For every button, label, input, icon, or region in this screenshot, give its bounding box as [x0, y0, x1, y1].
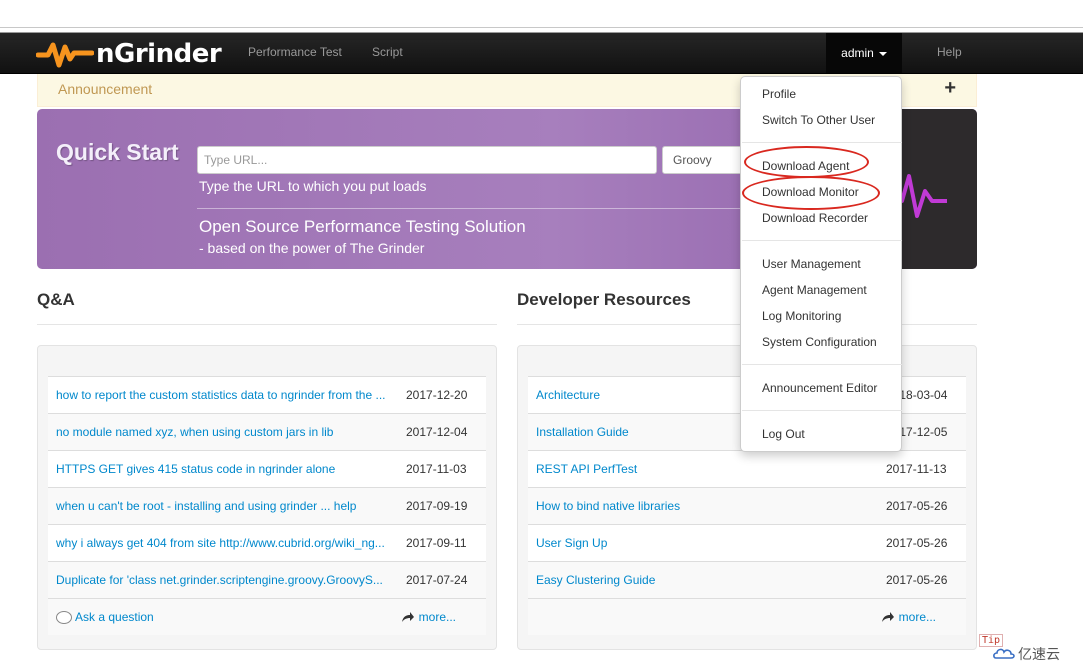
table-row: How to bind native libraries 2017-05-26 — [528, 487, 966, 524]
table-row: when u can't be root - installing and us… — [48, 487, 486, 524]
announcement-title[interactable]: Announcement — [58, 81, 152, 97]
qa-heading: Q&A — [37, 290, 75, 309]
browser-divider — [0, 27, 1083, 28]
ask-question-label: Ask a question — [75, 610, 154, 624]
qa-link[interactable]: Duplicate for 'class net.grinder.scripte… — [48, 573, 396, 587]
watermark-text: 亿速云 — [1018, 646, 1060, 662]
qa-date: 2017-09-11 — [406, 536, 467, 550]
table-row: how to report the custom statistics data… — [48, 376, 486, 413]
qa-link[interactable]: why i always get 404 from site http://ww… — [48, 536, 396, 550]
dev-more-link[interactable]: more... — [881, 610, 936, 624]
menu-agent-management[interactable]: Agent Management — [762, 283, 867, 297]
qa-date: 2017-12-20 — [406, 388, 468, 402]
qa-link[interactable]: HTTPS GET gives 415 status code in ngrin… — [48, 462, 396, 476]
url-input[interactable]: Type URL... — [197, 146, 657, 174]
share-arrow-icon — [401, 612, 414, 622]
qa-table: how to report the custom statistics data… — [48, 376, 486, 635]
qa-link[interactable]: how to report the custom statistics data… — [48, 388, 396, 402]
ngrinder-wave-icon — [36, 42, 94, 68]
qa-date: 2017-11-03 — [406, 462, 467, 476]
dev-date: 2017-05-26 — [886, 536, 948, 550]
qa-more-label: more... — [418, 610, 456, 624]
dev-resources-heading: Developer Resources — [517, 290, 691, 309]
dev-date: 2017-11-13 — [886, 462, 947, 476]
caret-down-icon — [878, 51, 887, 56]
quick-start-title: Quick Start — [56, 139, 179, 165]
menu-divider — [742, 364, 902, 365]
annotation-circle-monitor — [742, 176, 880, 210]
user-menu-toggle[interactable]: admin — [826, 33, 902, 73]
qa-link[interactable]: when u can't be root - installing and us… — [48, 499, 396, 513]
menu-divider — [742, 240, 902, 241]
qa-date: 2017-12-04 — [406, 425, 468, 439]
dev-date: 2017-05-26 — [886, 573, 948, 587]
menu-user-management[interactable]: User Management — [762, 257, 861, 271]
menu-divider — [742, 410, 902, 411]
dev-more-label: more... — [898, 610, 936, 624]
qa-date: 2017-09-19 — [406, 499, 468, 513]
url-hint: Type the URL to which you put loads — [199, 178, 427, 194]
table-row: Easy Clustering Guide 2017-05-26 — [528, 561, 966, 598]
tagline-sub: - based on the power of The Grinder — [199, 240, 425, 256]
table-row: REST API PerfTest 2017-11-13 — [528, 450, 966, 487]
menu-divider — [742, 142, 902, 143]
dev-link[interactable]: How to bind native libraries — [528, 499, 876, 513]
expand-plus-icon[interactable]: + — [944, 77, 956, 100]
speech-bubble-icon — [56, 610, 72, 624]
brand-name: nGrinder — [96, 39, 222, 69]
annotation-circle-agent — [744, 146, 869, 178]
qa-date: 2017-07-24 — [406, 573, 468, 587]
qa-panel: how to report the custom statistics data… — [37, 345, 497, 650]
menu-switch-user[interactable]: Switch To Other User — [762, 113, 875, 127]
browser-chrome-strip — [0, 0, 1083, 33]
qa-footer: Ask a question more... — [48, 598, 486, 635]
ask-question-link[interactable]: Ask a question — [56, 610, 154, 624]
brand-logo[interactable]: nGrinder — [36, 37, 222, 71]
qa-heading-rule — [37, 324, 497, 325]
dev-footer: more... — [528, 598, 966, 635]
table-row: why i always get 404 from site http://ww… — [48, 524, 486, 561]
tagline: Open Source Performance Testing Solution — [199, 217, 526, 236]
qa-link[interactable]: no module named xyz, when using custom j… — [48, 425, 396, 439]
nav-script[interactable]: Script — [372, 45, 403, 59]
watermark: 亿速云 — [993, 644, 1060, 664]
user-name: admin — [841, 46, 874, 60]
menu-log-out[interactable]: Log Out — [762, 427, 805, 441]
menu-profile[interactable]: Profile — [762, 87, 796, 101]
top-navbar: nGrinder Performance Test Script admin H… — [0, 33, 1083, 74]
table-row: User Sign Up 2017-05-26 — [528, 524, 966, 561]
menu-system-configuration[interactable]: System Configuration — [762, 335, 877, 349]
nav-performance-test[interactable]: Performance Test — [248, 45, 342, 59]
divider — [197, 208, 757, 209]
dev-link[interactable]: Easy Clustering Guide — [528, 573, 876, 587]
menu-log-monitoring[interactable]: Log Monitoring — [762, 309, 841, 323]
table-row: no module named xyz, when using custom j… — [48, 413, 486, 450]
menu-download-recorder[interactable]: Download Recorder — [762, 211, 868, 225]
cloud-logo-icon — [993, 648, 1015, 659]
menu-announcement-editor[interactable]: Announcement Editor — [762, 381, 877, 395]
share-arrow-icon — [881, 612, 894, 622]
dev-link[interactable]: User Sign Up — [528, 536, 876, 550]
user-dropdown-menu: Profile Switch To Other User Download Ag… — [740, 76, 902, 452]
table-row: HTTPS GET gives 415 status code in ngrin… — [48, 450, 486, 487]
script-type-select[interactable]: Groovy — [662, 146, 752, 174]
dev-link[interactable]: REST API PerfTest — [528, 462, 876, 476]
table-row: Duplicate for 'class net.grinder.scripte… — [48, 561, 486, 598]
nav-help[interactable]: Help — [937, 45, 962, 59]
qa-more-link[interactable]: more... — [401, 610, 456, 624]
dev-date: 2017-05-26 — [886, 499, 948, 513]
